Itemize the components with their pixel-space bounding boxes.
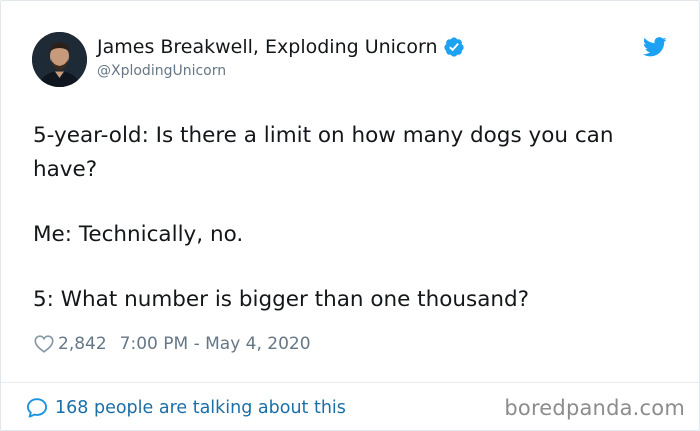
tweet-meta: 2,842 7:00 PM - May 4, 2020	[33, 332, 311, 356]
author-info: James Breakwell, Exploding Unicorn @Xplo…	[97, 35, 465, 79]
handle[interactable]: @XplodingUnicorn	[97, 63, 465, 79]
display-name[interactable]: James Breakwell, Exploding Unicorn	[97, 36, 438, 58]
like-count[interactable]: 2,842	[58, 334, 107, 354]
tweet-text: 5-year-old: Is there a limit on how many…	[33, 119, 673, 317]
tweet-line: Me: Technically, no.	[33, 222, 244, 247]
conversation-link[interactable]: 168 people are talking about this	[25, 394, 346, 422]
tweet-card: James Breakwell, Exploding Unicorn @Xplo…	[0, 0, 700, 431]
conversation-link-label: 168 people are talking about this	[55, 398, 346, 418]
twitter-bird-icon[interactable]	[642, 36, 667, 58]
avatar[interactable]	[32, 32, 87, 87]
tweet-line: 5-year-old: Is there a limit on how many…	[33, 123, 614, 182]
divider	[1, 382, 699, 383]
watermark: boredpanda.com	[504, 396, 685, 420]
timestamp[interactable]: 7:00 PM - May 4, 2020	[120, 334, 311, 354]
speech-bubble-icon	[25, 396, 49, 420]
tweet-header: James Breakwell, Exploding Unicorn @Xplo…	[32, 32, 669, 88]
verified-badge-icon	[443, 36, 465, 58]
heart-icon[interactable]	[33, 333, 55, 355]
avatar-image	[32, 32, 87, 87]
name-row: James Breakwell, Exploding Unicorn	[97, 35, 465, 59]
tweet-line: 5: What number is bigger than one thousa…	[33, 287, 530, 312]
